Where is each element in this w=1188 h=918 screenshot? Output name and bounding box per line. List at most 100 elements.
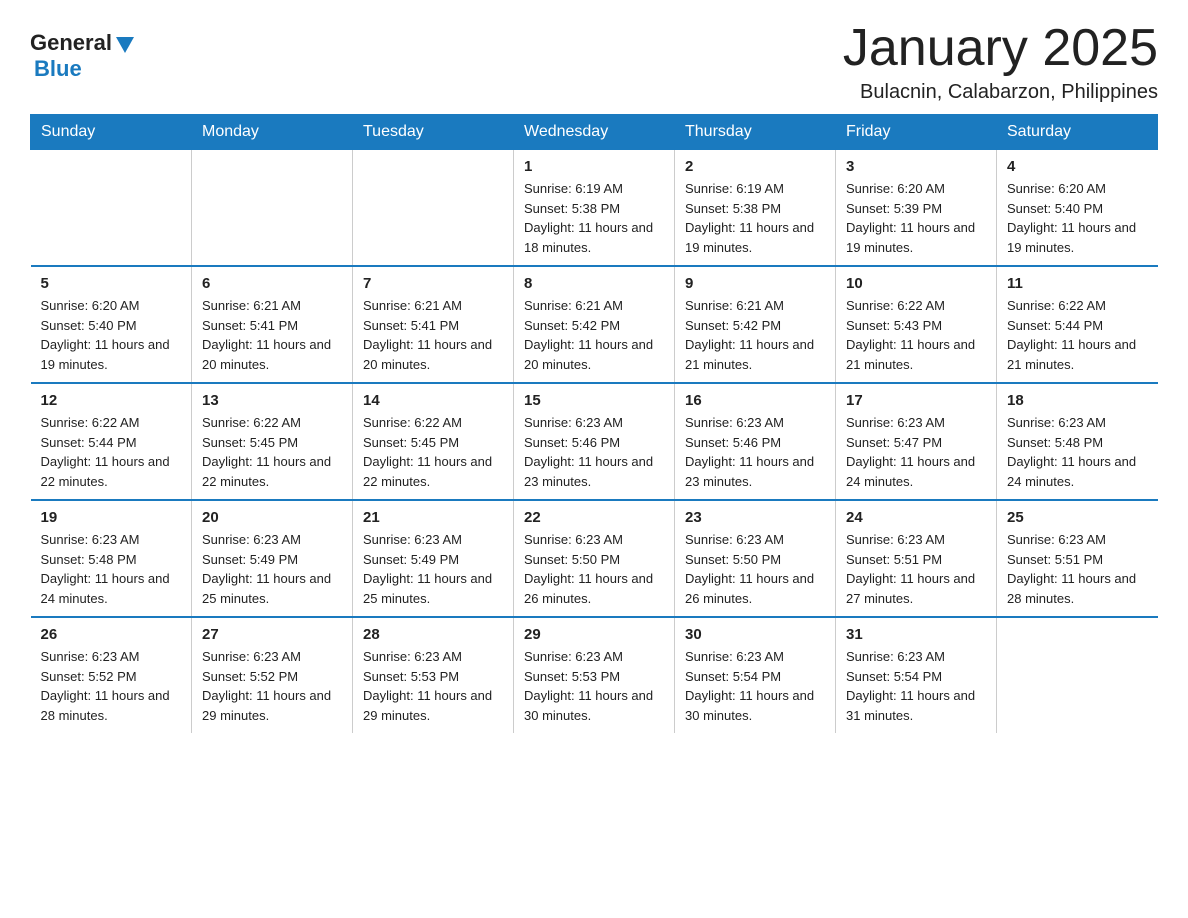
day-cell: 4Sunrise: 6:20 AM Sunset: 5:40 PM Daylig… (997, 150, 1158, 267)
header-cell-friday: Friday (836, 115, 997, 150)
calendar-header: SundayMondayTuesdayWednesdayThursdayFrid… (31, 115, 1158, 150)
day-number: 3 (846, 158, 986, 175)
day-number: 29 (524, 626, 664, 643)
day-number: 12 (41, 392, 182, 409)
day-info: Sunrise: 6:19 AM Sunset: 5:38 PM Dayligh… (524, 179, 664, 257)
day-cell: 21 Sunrise: 6:23 AM Sunset: 5:49 PM Dayli… (353, 500, 514, 617)
day-info: Sunrise: 6:22 AM Sunset: 5:45 PM Dayligh… (202, 413, 342, 491)
day-cell: 17 Sunrise: 6:23 AM Sunset: 5:47 PM Dayli… (836, 383, 997, 500)
day-info: Sunrise: 6:23 AM Sunset: 5:54 PM Dayligh… (846, 647, 986, 725)
day-number: 19 (41, 509, 182, 526)
day-info: Sunrise: 6:23 AM Sunset: 5:51 PM Dayligh… (1007, 530, 1148, 608)
day-cell: 1 Sunrise: 6:19 AM Sunset: 5:38 PM Daylig… (514, 150, 675, 267)
day-number: 10 (846, 275, 986, 292)
logo-triangle-icon (114, 33, 136, 55)
header-cell-sunday: Sunday (31, 115, 192, 150)
day-cell: 13Sunrise: 6:22 AM Sunset: 5:45 PM Dayli… (192, 383, 353, 500)
day-info: Sunrise: 6:21 AM Sunset: 5:41 PM Dayligh… (202, 296, 342, 374)
week-row-3: 12 Sunrise: 6:22 AM Sunset: 5:44 PM Dayli… (31, 383, 1158, 500)
calendar-table: SundayMondayTuesdayWednesdayThursdayFrid… (30, 114, 1158, 733)
day-number: 28 (363, 626, 503, 643)
week-row-4: 19 Sunrise: 6:23 AM Sunset: 5:48 PM Dayli… (31, 500, 1158, 617)
week-row-5: 26 Sunrise: 6:23 AM Sunset: 5:52 PM Dayli… (31, 617, 1158, 733)
day-number: 11 (1007, 275, 1148, 292)
day-info: Sunrise: 6:23 AM Sunset: 5:53 PM Dayligh… (363, 647, 503, 725)
day-info: Sunrise: 6:21 AM Sunset: 5:41 PM Dayligh… (363, 296, 503, 374)
day-number: 17 (846, 392, 986, 409)
day-info: Sunrise: 6:22 AM Sunset: 5:44 PM Dayligh… (41, 413, 182, 491)
header-cell-wednesday: Wednesday (514, 115, 675, 150)
day-cell: 10 Sunrise: 6:22 AM Sunset: 5:43 PM Dayli… (836, 266, 997, 383)
title-block: January 2025 Bulacnin, Calabarzon, Phili… (843, 20, 1158, 104)
day-info: Sunrise: 6:22 AM Sunset: 5:45 PM Dayligh… (363, 413, 503, 491)
logo-text-general: General (30, 30, 112, 56)
header-cell-thursday: Thursday (675, 115, 836, 150)
day-number: 6 (202, 275, 342, 292)
day-cell: 12 Sunrise: 6:22 AM Sunset: 5:44 PM Dayli… (31, 383, 192, 500)
day-info: Sunrise: 6:23 AM Sunset: 5:48 PM Dayligh… (41, 530, 182, 608)
day-cell: 28 Sunrise: 6:23 AM Sunset: 5:53 PM Dayli… (353, 617, 514, 733)
day-info: Sunrise: 6:23 AM Sunset: 5:49 PM Dayligh… (202, 530, 342, 608)
day-info: Sunrise: 6:23 AM Sunset: 5:46 PM Dayligh… (524, 413, 664, 491)
day-number: 31 (846, 626, 986, 643)
day-cell: 5 Sunrise: 6:20 AM Sunset: 5:40 PM Daylig… (31, 266, 192, 383)
day-number: 30 (685, 626, 825, 643)
day-info: Sunrise: 6:19 AM Sunset: 5:38 PM Dayligh… (685, 179, 825, 257)
day-info: Sunrise: 6:23 AM Sunset: 5:47 PM Dayligh… (846, 413, 986, 491)
day-cell: 30 Sunrise: 6:23 AM Sunset: 5:54 PM Dayli… (675, 617, 836, 733)
day-info: Sunrise: 6:23 AM Sunset: 5:49 PM Dayligh… (363, 530, 503, 608)
day-cell: 25 Sunrise: 6:23 AM Sunset: 5:51 PM Dayli… (997, 500, 1158, 617)
day-number: 1 (524, 158, 664, 175)
day-cell: 18Sunrise: 6:23 AM Sunset: 5:48 PM Dayli… (997, 383, 1158, 500)
logo-icon: General Blue (30, 30, 136, 82)
day-info: Sunrise: 6:23 AM Sunset: 5:52 PM Dayligh… (41, 647, 182, 725)
day-cell: 11Sunrise: 6:22 AM Sunset: 5:44 PM Dayli… (997, 266, 1158, 383)
day-cell: 7 Sunrise: 6:21 AM Sunset: 5:41 PM Daylig… (353, 266, 514, 383)
day-cell (353, 150, 514, 267)
day-info: Sunrise: 6:23 AM Sunset: 5:50 PM Dayligh… (685, 530, 825, 608)
day-cell: 24Sunrise: 6:23 AM Sunset: 5:51 PM Dayli… (836, 500, 997, 617)
day-cell (31, 150, 192, 267)
day-cell: 14Sunrise: 6:22 AM Sunset: 5:45 PM Dayli… (353, 383, 514, 500)
day-number: 25 (1007, 509, 1148, 526)
header-cell-monday: Monday (192, 115, 353, 150)
day-number: 4 (1007, 158, 1148, 175)
header-row: SundayMondayTuesdayWednesdayThursdayFrid… (31, 115, 1158, 150)
page-header: General Blue January 2025 Bulacnin, Cala… (30, 20, 1158, 104)
day-info: Sunrise: 6:23 AM Sunset: 5:54 PM Dayligh… (685, 647, 825, 725)
day-number: 21 (363, 509, 503, 526)
day-info: Sunrise: 6:20 AM Sunset: 5:40 PM Dayligh… (41, 296, 182, 374)
day-cell: 31 Sunrise: 6:23 AM Sunset: 5:54 PM Dayli… (836, 617, 997, 733)
day-number: 2 (685, 158, 825, 175)
day-number: 5 (41, 275, 182, 292)
day-info: Sunrise: 6:20 AM Sunset: 5:39 PM Dayligh… (846, 179, 986, 257)
day-cell: 26 Sunrise: 6:23 AM Sunset: 5:52 PM Dayli… (31, 617, 192, 733)
day-info: Sunrise: 6:23 AM Sunset: 5:53 PM Dayligh… (524, 647, 664, 725)
day-number: 22 (524, 509, 664, 526)
day-info: Sunrise: 6:23 AM Sunset: 5:52 PM Dayligh… (202, 647, 342, 725)
logo-text-blue: Blue (34, 56, 82, 82)
day-cell: 8Sunrise: 6:21 AM Sunset: 5:42 PM Daylig… (514, 266, 675, 383)
day-cell: 6 Sunrise: 6:21 AM Sunset: 5:41 PM Daylig… (192, 266, 353, 383)
month-title: January 2025 (843, 20, 1158, 77)
day-info: Sunrise: 6:23 AM Sunset: 5:50 PM Dayligh… (524, 530, 664, 608)
day-cell: 3 Sunrise: 6:20 AM Sunset: 5:39 PM Daylig… (836, 150, 997, 267)
day-number: 7 (363, 275, 503, 292)
logo: General Blue (30, 30, 136, 82)
day-info: Sunrise: 6:22 AM Sunset: 5:43 PM Dayligh… (846, 296, 986, 374)
week-row-2: 5 Sunrise: 6:20 AM Sunset: 5:40 PM Daylig… (31, 266, 1158, 383)
day-cell: 22 Sunrise: 6:23 AM Sunset: 5:50 PM Dayli… (514, 500, 675, 617)
day-info: Sunrise: 6:23 AM Sunset: 5:46 PM Dayligh… (685, 413, 825, 491)
header-cell-saturday: Saturday (997, 115, 1158, 150)
day-cell: 20 Sunrise: 6:23 AM Sunset: 5:49 PM Dayli… (192, 500, 353, 617)
day-cell (192, 150, 353, 267)
day-cell: 29 Sunrise: 6:23 AM Sunset: 5:53 PM Dayli… (514, 617, 675, 733)
day-cell: 2 Sunrise: 6:19 AM Sunset: 5:38 PM Daylig… (675, 150, 836, 267)
day-cell: 9Sunrise: 6:21 AM Sunset: 5:42 PM Daylig… (675, 266, 836, 383)
day-number: 20 (202, 509, 342, 526)
day-cell: 15Sunrise: 6:23 AM Sunset: 5:46 PM Dayli… (514, 383, 675, 500)
week-row-1: 1 Sunrise: 6:19 AM Sunset: 5:38 PM Daylig… (31, 150, 1158, 267)
day-cell: 16Sunrise: 6:23 AM Sunset: 5:46 PM Dayli… (675, 383, 836, 500)
day-number: 23 (685, 509, 825, 526)
day-number: 26 (41, 626, 182, 643)
